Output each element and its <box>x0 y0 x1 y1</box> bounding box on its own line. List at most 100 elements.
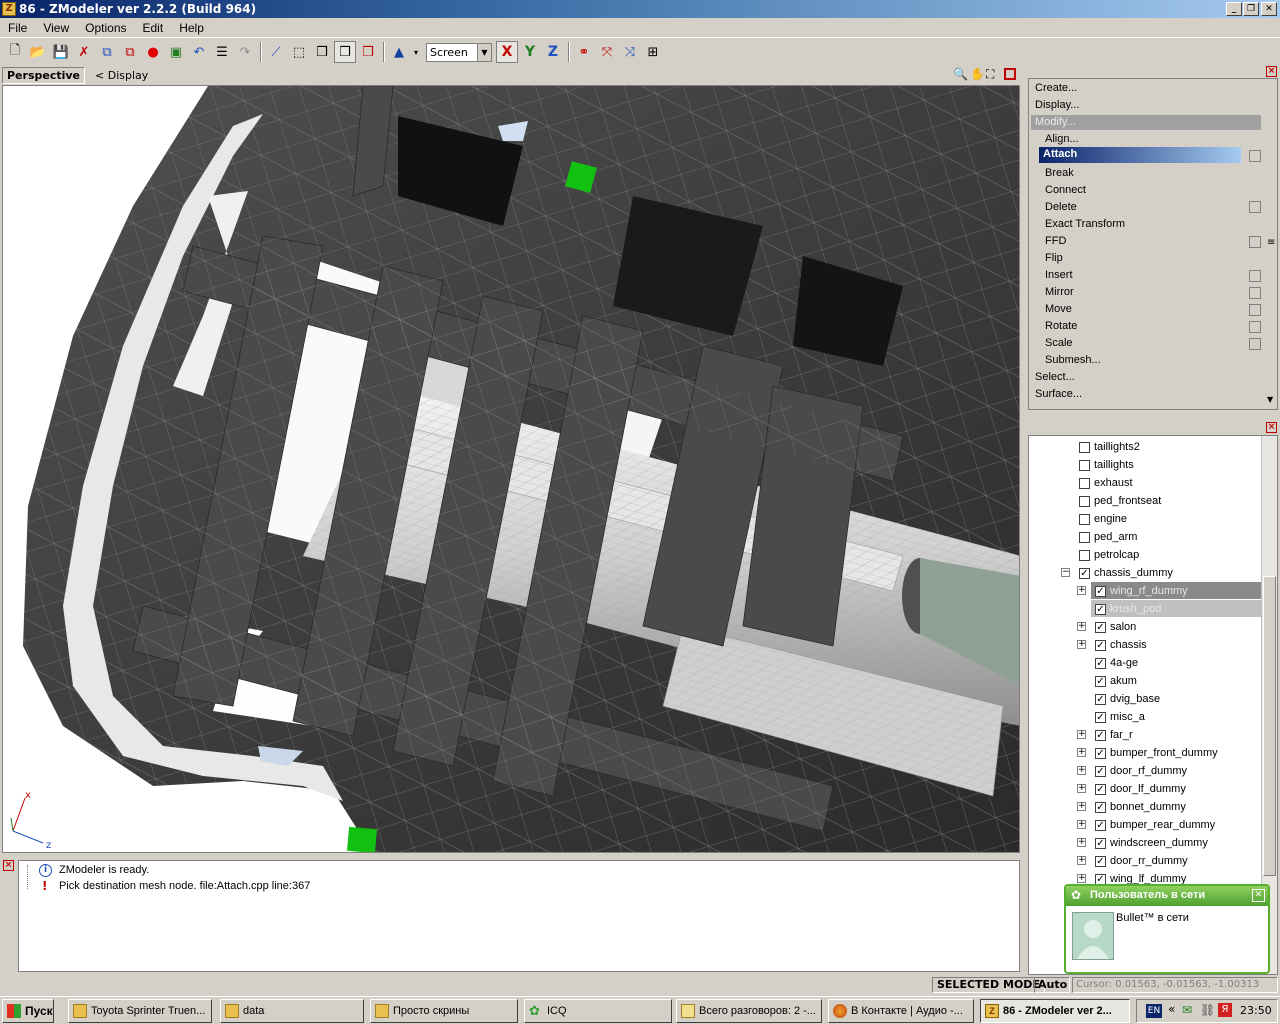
cmd-create[interactable]: Create... <box>1035 82 1077 94</box>
cmd-ffd-options[interactable] <box>1249 236 1261 248</box>
task-icq[interactable]: ✿ ICQ <box>524 999 672 1023</box>
tree-node-checkbox[interactable]: ✓ <box>1095 585 1106 597</box>
tree-node-checkbox[interactable] <box>1079 495 1090 507</box>
paste-icon[interactable]: ⧉ <box>119 41 141 63</box>
cmd-ffd[interactable]: FFD <box>1045 235 1066 247</box>
tree-collapse-icon[interactable]: − <box>1061 568 1070 577</box>
tree-expand-icon[interactable]: + <box>1077 622 1086 631</box>
tree-node[interactable]: ✓ far_r <box>1095 726 1133 744</box>
tree-node[interactable]: ✓ bonnet_dummy <box>1095 798 1186 816</box>
tree-node[interactable]: ✓ 4a-ge <box>1095 654 1138 672</box>
object-mode-icon[interactable]: ❒ <box>334 41 356 63</box>
cmd-exact-transform[interactable]: Exact Transform <box>1045 218 1125 230</box>
delete-icon[interactable]: ✗ <box>73 41 95 63</box>
tree-expand-icon[interactable]: + <box>1077 640 1086 649</box>
link-icon[interactable]: ⚭ <box>573 41 595 63</box>
tree-node-checkbox[interactable] <box>1079 513 1090 525</box>
tree-node[interactable]: ✓ akum <box>1095 672 1137 690</box>
tree-node[interactable]: ✓ bumper_rear_dummy <box>1095 816 1215 834</box>
tree-node[interactable]: ped_arm <box>1079 528 1137 546</box>
record-icon[interactable]: ● <box>142 41 164 63</box>
copy-icon[interactable]: ⧉ <box>96 41 118 63</box>
cmd-align[interactable]: Align... <box>1045 133 1079 145</box>
cmd-connect[interactable]: Connect <box>1045 184 1086 196</box>
tree-node-checkbox[interactable]: ✓ <box>1095 639 1106 651</box>
tree-node-checkbox[interactable] <box>1079 459 1090 471</box>
tree-node[interactable]: petrolcap <box>1079 546 1139 564</box>
task-screens-folder[interactable]: Просто скрины <box>370 999 518 1023</box>
tree-expand-icon[interactable]: + <box>1077 820 1086 829</box>
tree-node[interactable]: ✓ windscreen_dummy <box>1095 834 1208 852</box>
tree-expand-icon[interactable]: + <box>1077 766 1086 775</box>
axis-z-toggle[interactable]: Z <box>542 41 564 63</box>
tree-node-checkbox[interactable] <box>1079 531 1090 543</box>
tray-expand-chevron[interactable]: « <box>1168 1002 1175 1016</box>
tree-expand-icon[interactable]: + <box>1077 802 1086 811</box>
pan-icon[interactable]: ✋ <box>970 67 985 81</box>
cmd-display[interactable]: Display... <box>1035 99 1079 111</box>
maximize-viewport-icon[interactable] <box>1004 68 1016 80</box>
tree-expand-icon[interactable]: + <box>1077 730 1086 739</box>
tree-node[interactable]: ✓ door_rf_dummy <box>1095 762 1187 780</box>
axis-x-toggle[interactable]: X <box>496 41 518 63</box>
tray-antivirus-icon[interactable]: Я <box>1218 1003 1232 1017</box>
panel-close-icon[interactable]: × <box>1266 66 1277 77</box>
tree-node[interactable]: taillights <box>1079 456 1134 474</box>
cmd-modify[interactable]: Modify... <box>1035 116 1076 128</box>
restore-button[interactable]: ❐ <box>1243 2 1259 16</box>
viewport-perspective[interactable]: x z <box>2 85 1020 853</box>
cmd-flip[interactable]: Flip <box>1045 252 1063 264</box>
tree-node-checkbox[interactable]: ✓ <box>1095 801 1106 813</box>
tree-node-checkbox[interactable]: ✓ <box>1095 657 1106 669</box>
icq-notification[interactable]: ✿ Пользователь в сети ✕ Bullet™ в сети <box>1064 884 1270 974</box>
tree-expand-icon[interactable]: + <box>1077 838 1086 847</box>
tray-app-icon[interactable]: ✉ <box>1182 1003 1192 1017</box>
tree-node[interactable]: ✓ misc_a <box>1095 708 1145 726</box>
language-indicator[interactable]: EN <box>1146 1004 1162 1018</box>
cmd-rotate[interactable]: Rotate <box>1045 320 1077 332</box>
pivot-marker-bottom[interactable] <box>347 826 377 853</box>
tree-node-checkbox[interactable]: ✓ <box>1095 621 1106 633</box>
cmd-insert[interactable]: Insert <box>1045 269 1073 281</box>
tree-node-checkbox[interactable]: ✓ <box>1095 873 1106 885</box>
cmd-move-options[interactable] <box>1249 304 1261 316</box>
menu-edit[interactable]: Edit <box>135 21 172 35</box>
tree-expand-icon[interactable]: + <box>1077 874 1086 883</box>
start-button[interactable]: Пуск <box>2 999 54 1023</box>
cmd-submesh[interactable]: Submesh... <box>1045 354 1101 366</box>
minimize-button[interactable]: _ <box>1226 2 1242 16</box>
cmd-insert-options[interactable] <box>1249 270 1261 282</box>
menu-file[interactable]: File <box>0 21 35 35</box>
tree-expand-icon[interactable]: + <box>1077 856 1086 865</box>
cmd-scale[interactable]: Scale <box>1045 337 1073 349</box>
tree-node-checkbox[interactable]: ✓ <box>1095 855 1106 867</box>
open-file-icon[interactable]: 📂 <box>27 41 49 63</box>
tree-node[interactable]: ✓ salon <box>1095 618 1136 636</box>
zoom-extents-icon[interactable]: ⛶ <box>986 67 994 82</box>
tree-expand-icon[interactable]: + <box>1077 748 1086 757</box>
tree-node-checkbox[interactable]: ✓ <box>1095 837 1106 849</box>
cmd-attach[interactable]: Attach <box>1043 148 1077 160</box>
box-mode-icon[interactable]: ⬚ <box>288 41 310 63</box>
tree-node[interactable]: ped_frontseat <box>1079 492 1161 510</box>
cmd-move[interactable]: Move <box>1045 303 1072 315</box>
cmd-rotate-options[interactable] <box>1249 321 1261 333</box>
chevron-down-icon[interactable]: ▾ <box>411 41 421 63</box>
cmd-delete[interactable]: Delete <box>1045 201 1077 213</box>
cmd-scale-options[interactable] <box>1249 338 1261 350</box>
task-conversations[interactable]: Всего разговоров: 2 -... <box>676 999 822 1023</box>
cmd-attach-options[interactable] <box>1249 150 1261 162</box>
tree-node[interactable]: ✓ door_rr_dummy <box>1095 852 1188 870</box>
tree-node[interactable]: ✓ chassis <box>1095 636 1147 654</box>
tree-node[interactable]: ✓ bumper_front_dummy <box>1095 744 1218 762</box>
tree-node[interactable]: engine <box>1079 510 1127 528</box>
tree-node[interactable]: ✓ chassis_dummy <box>1079 564 1173 582</box>
cube-red-icon[interactable]: ❒ <box>357 41 379 63</box>
tree-node-checkbox[interactable]: ✓ <box>1095 603 1106 615</box>
pointer-icon[interactable]: ▲ <box>388 41 410 63</box>
cmd-select[interactable]: Select... <box>1035 371 1075 383</box>
tree-node[interactable]: ✓ wing_rf_dummy <box>1095 582 1188 600</box>
tree-node[interactable]: ✓ krush_pod <box>1095 600 1161 618</box>
cmd-mirror-options[interactable] <box>1249 287 1261 299</box>
axis-y-toggle[interactable]: Y <box>519 41 541 63</box>
